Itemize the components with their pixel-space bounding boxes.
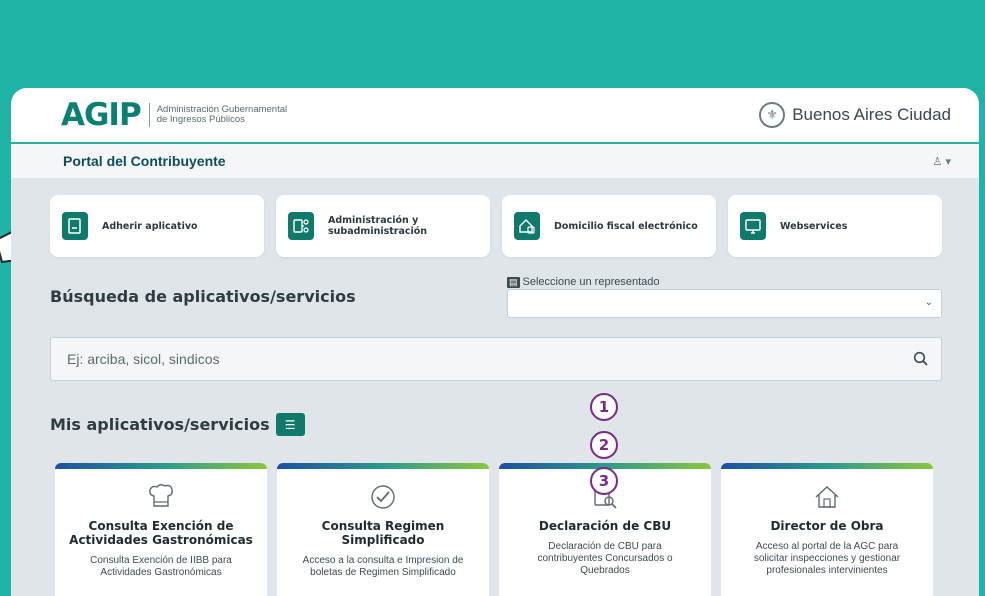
check-badge-icon xyxy=(277,479,489,515)
list-view-button[interactable]: ☰ xyxy=(275,413,305,436)
city-seal-icon: ⚜ xyxy=(759,102,786,128)
chevron-down-icon: ⌄ xyxy=(924,297,933,308)
building-icon xyxy=(514,212,540,240)
my-apps-header: Mis aplicativos/servicios ☰ xyxy=(50,413,305,436)
list-icon: ☰ xyxy=(284,417,296,432)
representative-label: ▤ Seleccione un representado xyxy=(507,276,660,288)
app-card-consulta-regimen[interactable]: Consulta Regimen Simplificado Acceso a l… xyxy=(277,463,489,596)
card-accent-stripe xyxy=(55,463,267,469)
quick-action-label: Domicilio fiscal electrónico xyxy=(554,220,698,232)
network-icon xyxy=(288,212,314,240)
quick-actions: Adherir aplicativo Administración y suba… xyxy=(50,195,942,257)
agip-logo[interactable]: AGIP Administración Gubernamental de Ing… xyxy=(61,97,287,133)
app-card-title: Declaración de CBU xyxy=(538,519,672,533)
my-apps-list: Consulta Exención de Actividades Gastron… xyxy=(55,463,933,596)
app-card-description: Declaración de CBU para contribuyentes C… xyxy=(537,541,673,576)
card-accent-stripe xyxy=(277,463,489,469)
app-card-title: Consulta Regimen Simplificado xyxy=(321,519,445,547)
logo-mark: AGIP xyxy=(61,97,142,133)
portal-window: AGIP Administración Gubernamental de Ing… xyxy=(11,88,979,596)
city-brand[interactable]: ⚜ Buenos Aires Ciudad xyxy=(759,102,951,128)
app-card-title: Director de Obra xyxy=(770,519,884,533)
app-card-director-obra[interactable]: Director de Obra Acceso al portal de la … xyxy=(721,463,933,596)
quick-action-label: Webservices xyxy=(780,220,848,232)
quick-action-administracion[interactable]: Administración y subadministración xyxy=(276,195,490,257)
search-icon[interactable] xyxy=(913,351,929,367)
monitor-icon xyxy=(740,212,766,240)
chef-hat-icon xyxy=(55,479,267,515)
representative-label-text: Seleccione un representado xyxy=(522,276,660,288)
logo-subtitle: Administración Gubernamental de Ingresos… xyxy=(157,105,287,125)
app-card-consulta-exencion[interactable]: Consulta Exención de Actividades Gastron… xyxy=(55,463,267,596)
id-card-icon: ▤ xyxy=(507,276,520,288)
chevron-down-icon: ▾ xyxy=(945,155,951,168)
search-input[interactable] xyxy=(67,351,887,367)
annotation-badge-2: 2 xyxy=(590,431,618,459)
top-header: AGIP Administración Gubernamental de Ing… xyxy=(11,88,979,144)
house-icon xyxy=(721,479,933,515)
quick-action-domicilio-fiscal[interactable]: Domicilio fiscal electrónico xyxy=(502,195,716,257)
user-icon: ♙ xyxy=(932,155,943,168)
quick-action-webservices[interactable]: Webservices xyxy=(728,195,942,257)
annotation-badge-3: 3 xyxy=(590,467,618,495)
quick-action-label: Adherir aplicativo xyxy=(102,220,198,232)
quick-action-label: Administración y subadministración xyxy=(328,215,428,237)
app-card-title: Consulta Exención de Actividades Gastron… xyxy=(69,519,253,547)
document-icon xyxy=(62,212,88,240)
representative-select[interactable]: ⌄ xyxy=(507,289,942,318)
portal-bar: Portal del Contribuyente ♙ ▾ xyxy=(11,144,979,178)
card-accent-stripe xyxy=(721,463,933,469)
logo-subtitle-line2: de Ingresos Públicos xyxy=(156,114,245,125)
app-card-description: Acceso al portal de la AGC para solicita… xyxy=(753,541,901,576)
app-card-description: Acceso a la consulta e Impresion de bole… xyxy=(302,555,464,578)
annotation-badge-1: 1 xyxy=(590,393,618,421)
user-menu[interactable]: ♙ ▾ xyxy=(933,155,951,168)
portal-title: Portal del Contribuyente xyxy=(63,153,226,169)
city-name: Buenos Aires Ciudad xyxy=(792,105,951,124)
search-section-title: Búsqueda de aplicativos/servicios xyxy=(50,287,356,306)
logo-divider xyxy=(148,103,150,127)
quick-action-adherir-aplicativo[interactable]: Adherir aplicativo xyxy=(50,195,264,257)
search-field xyxy=(50,337,942,381)
my-apps-title: Mis aplicativos/servicios xyxy=(50,415,270,434)
app-card-description: Consulta Exención de IIBB para Actividad… xyxy=(90,555,232,578)
